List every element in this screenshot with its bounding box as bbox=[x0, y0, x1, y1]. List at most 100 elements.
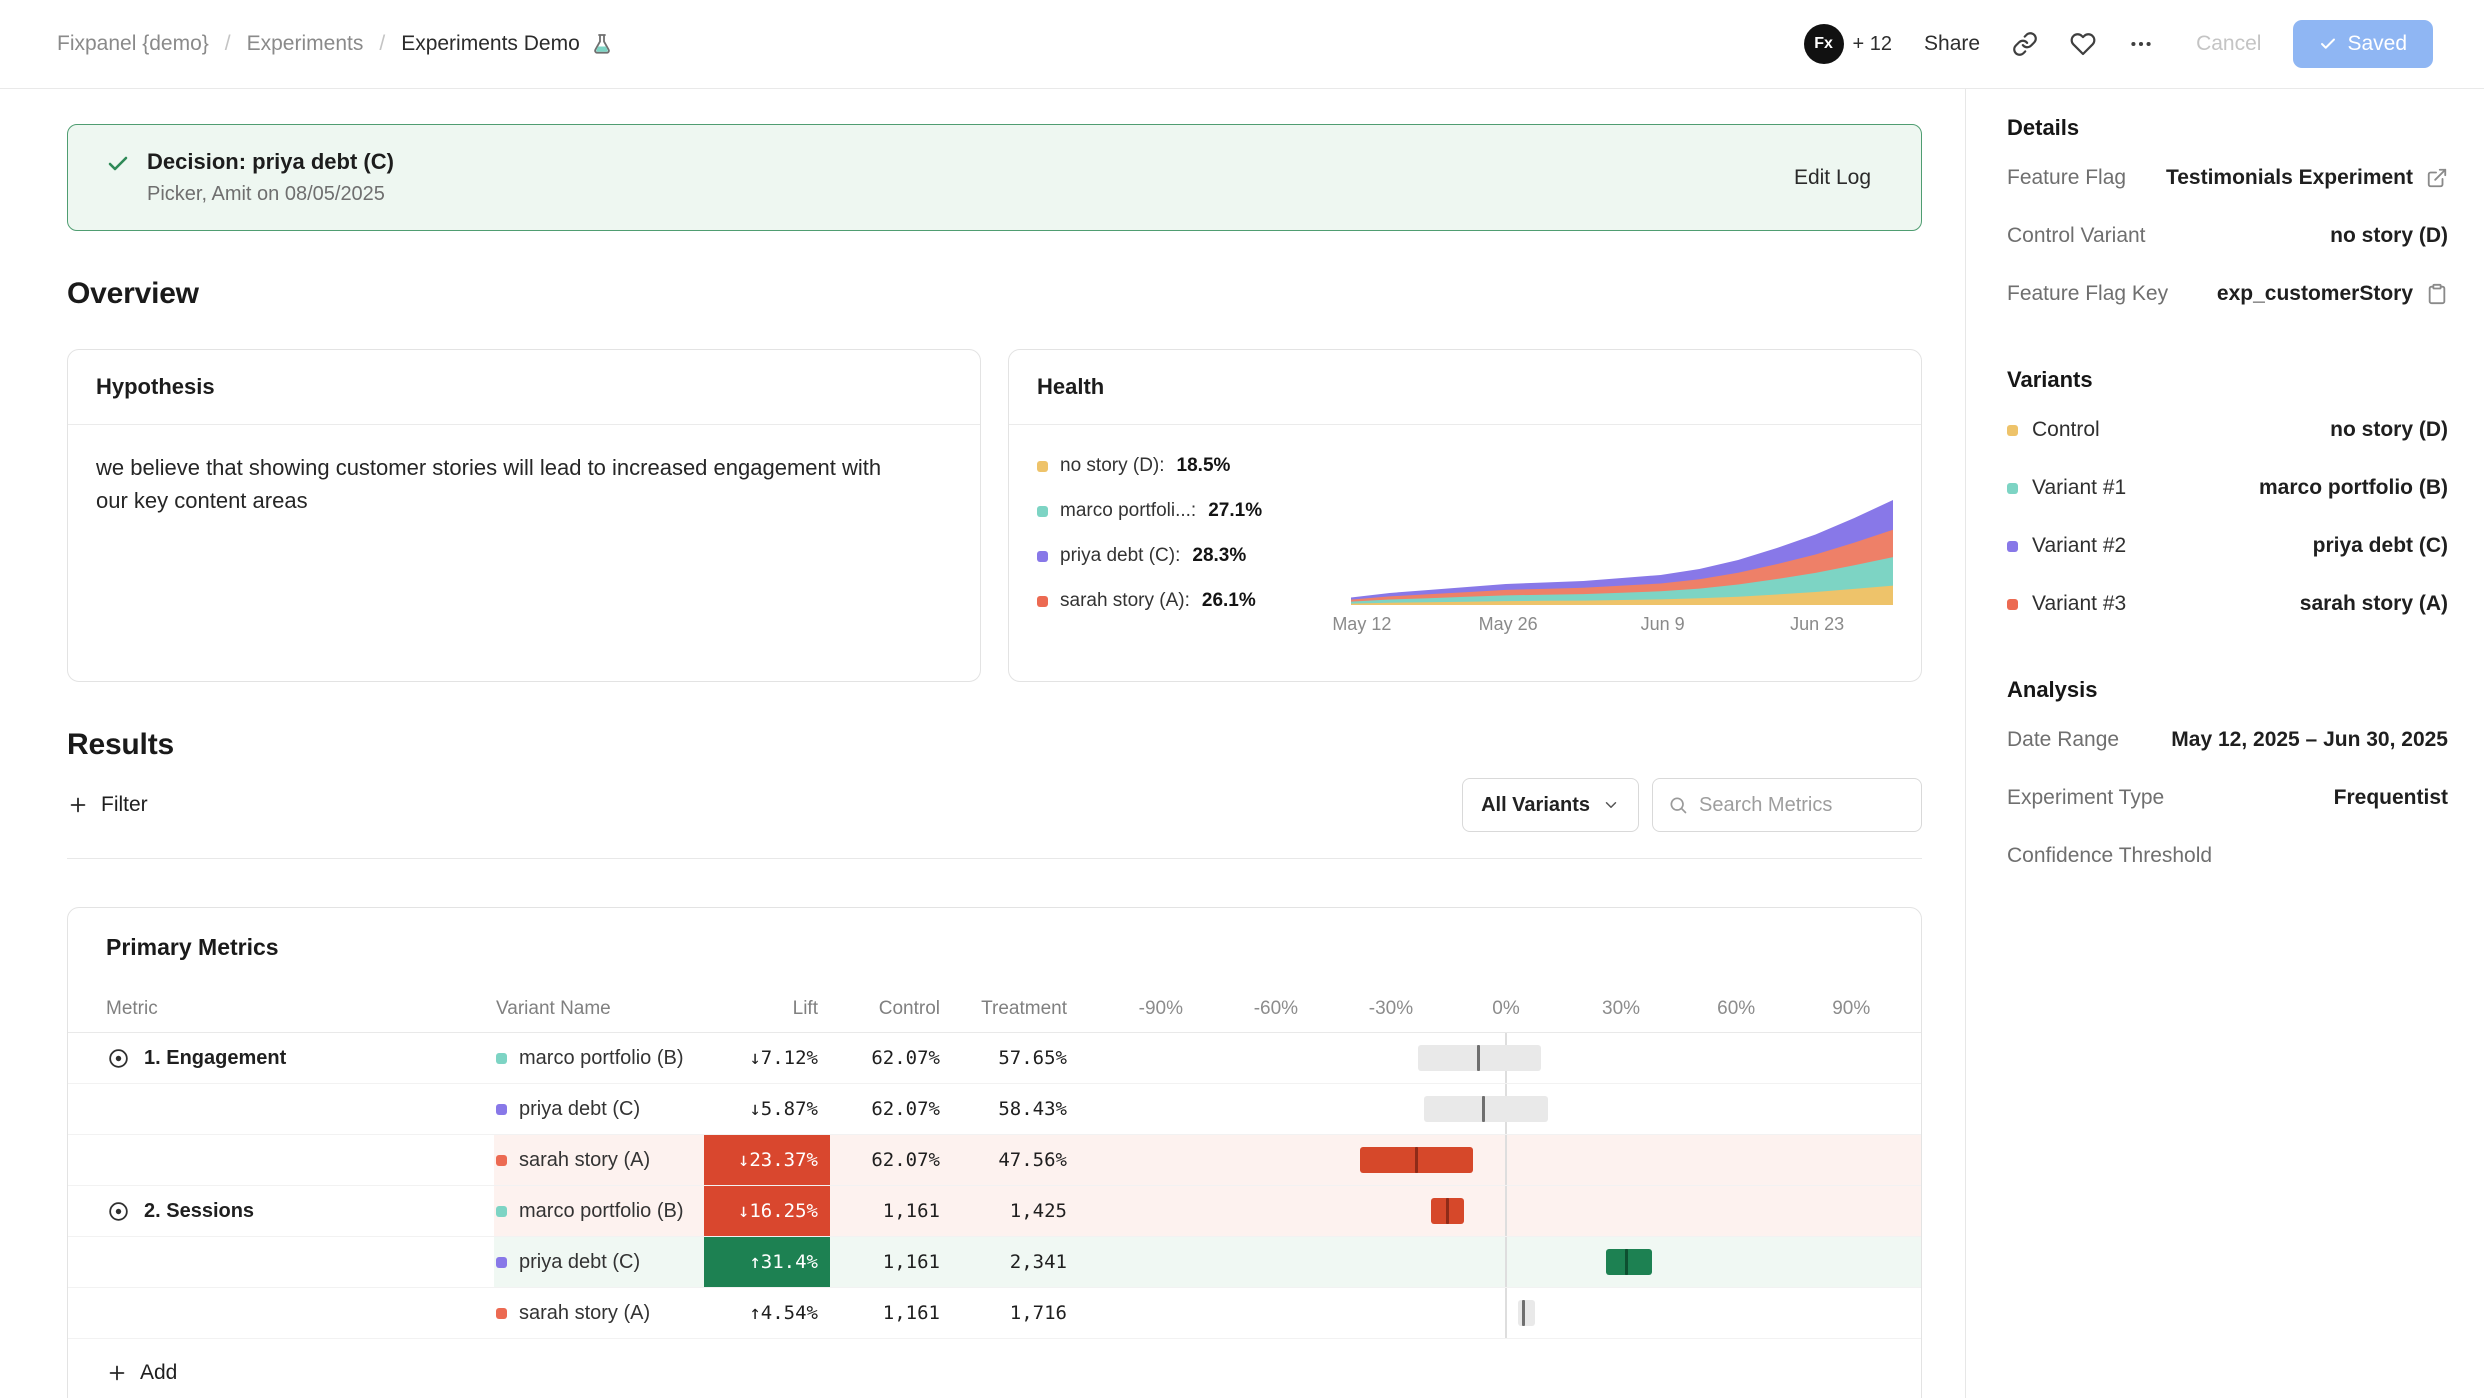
variant-row: Variant #2priya debt (C) bbox=[2007, 517, 2448, 575]
variant-row-value: marco portfolio (B) bbox=[2259, 476, 2448, 500]
check-icon bbox=[2319, 35, 2337, 53]
breadcrumb-separator: / bbox=[225, 32, 231, 56]
copy-link-icon[interactable] bbox=[2012, 31, 2038, 57]
analysis-heading: Analysis bbox=[2007, 677, 2448, 703]
x-axis-label: Jun 9 bbox=[1641, 614, 1685, 635]
metric-cell[interactable]: 2. Sessions bbox=[68, 1186, 494, 1236]
variant-row-name: Variant #1 bbox=[2032, 476, 2126, 500]
breadcrumb: Fixpanel {demo}/Experiments/Experiments … bbox=[57, 32, 614, 56]
lift-cell: ↓23.37% bbox=[704, 1135, 830, 1185]
ci-mean-tick bbox=[1522, 1300, 1525, 1326]
ci-bar bbox=[1606, 1249, 1652, 1275]
search-metrics-input[interactable] bbox=[1699, 794, 1906, 817]
favorite-icon[interactable] bbox=[2070, 31, 2096, 57]
legend-label: no story (D): bbox=[1060, 455, 1165, 477]
variant-color-dot bbox=[496, 1257, 507, 1268]
zero-line bbox=[1505, 1135, 1507, 1185]
variant-row-name: Control bbox=[2032, 418, 2100, 442]
results-heading: Results bbox=[67, 728, 1922, 762]
external-link-icon[interactable] bbox=[2426, 167, 2448, 189]
axis-tick-label: 30% bbox=[1602, 998, 1640, 1020]
metric-target-icon bbox=[106, 1199, 131, 1224]
variant-name: marco portfolio (B) bbox=[519, 1047, 684, 1070]
metric-cell bbox=[68, 1135, 494, 1185]
experiments-page: Fixpanel {demo}/Experiments/Experiments … bbox=[0, 0, 2484, 1398]
zero-line bbox=[1505, 1186, 1507, 1236]
detail-value-wrap: Testimonials Experiment bbox=[2166, 166, 2448, 190]
variant-rows: Controlno story (D)Variant #1marco portf… bbox=[2007, 401, 2448, 633]
hypothesis-text: we believe that showing customer stories… bbox=[68, 425, 980, 543]
ci-mean-tick bbox=[1482, 1096, 1485, 1122]
add-metric-button[interactable]: Add bbox=[106, 1361, 177, 1385]
results-divider bbox=[67, 858, 1922, 859]
variant-name: priya debt (C) bbox=[519, 1098, 640, 1121]
table-row: priya debt (C)↑31.4%1,1612,341 bbox=[68, 1237, 1921, 1288]
legend-color-dot bbox=[1037, 596, 1048, 607]
details-sidebar: Details Feature Flag Testimonials Experim… bbox=[1965, 89, 2484, 1398]
metric-cell[interactable]: 1. Engagement bbox=[68, 1033, 494, 1083]
x-axis-label: May 12 bbox=[1332, 614, 1391, 635]
details-rows: Feature Flag Testimonials Experiment Contr… bbox=[2007, 149, 2448, 323]
variant-cell: priya debt (C) bbox=[494, 1084, 704, 1134]
confidence-interval-cell bbox=[1077, 1084, 1921, 1134]
detail-value: May 12, 2025 – Jun 30, 2025 bbox=[2171, 728, 2448, 752]
clipboard-icon[interactable] bbox=[2426, 283, 2448, 305]
analysis-row: Experiment Type Frequentist bbox=[2007, 769, 2448, 827]
legend-value: 28.3% bbox=[1192, 545, 1246, 567]
x-axis-label: Jun 23 bbox=[1790, 614, 1844, 635]
analysis-row: Confidence Threshold bbox=[2007, 827, 2448, 885]
analysis-row: Date RangeMay 12, 2025 – Jun 30, 2025 bbox=[2007, 711, 2448, 769]
zero-line bbox=[1505, 1288, 1507, 1338]
primary-metrics-title: Primary Metrics bbox=[68, 908, 1921, 985]
main-content: Decision: priya debt (C) Picker, Amit on… bbox=[0, 89, 1965, 1398]
variant-color-dot bbox=[2007, 599, 2018, 610]
lift-cell: ↓16.25% bbox=[704, 1186, 830, 1236]
variant-color-dot bbox=[2007, 541, 2018, 552]
edit-log-button[interactable]: Edit Log bbox=[1794, 166, 1871, 190]
saved-button[interactable]: Saved bbox=[2293, 20, 2433, 68]
cancel-button[interactable]: Cancel bbox=[2196, 32, 2261, 56]
share-button[interactable]: Share bbox=[1924, 32, 1980, 56]
filter-button[interactable]: Filter bbox=[67, 793, 148, 817]
details-heading: Details bbox=[2007, 115, 2448, 141]
col-treatment: Treatment bbox=[950, 985, 1077, 1032]
breadcrumb-item[interactable]: Fixpanel {demo} bbox=[57, 32, 209, 56]
more-options-icon[interactable] bbox=[2128, 31, 2154, 57]
detail-row: Control Variantno story (D) bbox=[2007, 207, 2448, 265]
breadcrumb-separator: / bbox=[379, 32, 385, 56]
detail-label: Feature Flag bbox=[2007, 166, 2126, 190]
breadcrumb-item[interactable]: Experiments bbox=[247, 32, 364, 56]
topbar: Fixpanel {demo}/Experiments/Experiments … bbox=[0, 0, 2484, 89]
variant-color-dot bbox=[2007, 425, 2018, 436]
variant-cell: sarah story (A) bbox=[494, 1288, 704, 1338]
collaborator-count: + 12 bbox=[1853, 33, 1892, 56]
analysis-rows: Date RangeMay 12, 2025 – Jun 30, 2025Exp… bbox=[2007, 711, 2448, 885]
collaborators[interactable]: Fx + 12 bbox=[1804, 24, 1892, 64]
saved-button-label: Saved bbox=[2347, 32, 2407, 56]
confidence-interval-cell bbox=[1077, 1033, 1921, 1083]
results-toolbar-right: All Variants bbox=[1462, 778, 1922, 832]
confidence-interval-cell bbox=[1077, 1288, 1921, 1338]
variant-row-name: Variant #2 bbox=[2032, 534, 2126, 558]
axis-tick-label: -90% bbox=[1139, 998, 1183, 1020]
metric-cell bbox=[68, 1288, 494, 1338]
detail-value: Frequentist bbox=[2334, 786, 2448, 810]
treatment-value: 47.56% bbox=[950, 1135, 1077, 1185]
detail-label: Experiment Type bbox=[2007, 786, 2164, 810]
detail-label: Control Variant bbox=[2007, 224, 2146, 248]
control-value: 62.07% bbox=[830, 1084, 950, 1134]
variant-color-dot bbox=[2007, 483, 2018, 494]
detail-value: Testimonials Experiment bbox=[2166, 166, 2413, 190]
col-metric: Metric bbox=[68, 985, 494, 1032]
control-value: 1,161 bbox=[830, 1237, 950, 1287]
variants-filter-dropdown[interactable]: All Variants bbox=[1462, 778, 1639, 832]
avatar[interactable]: Fx bbox=[1804, 24, 1844, 64]
axis-tick-label: -30% bbox=[1369, 998, 1413, 1020]
variant-cell: marco portfolio (B) bbox=[494, 1186, 704, 1236]
plus-icon bbox=[67, 794, 89, 816]
variant-row-name: Variant #3 bbox=[2032, 592, 2126, 616]
legend-color-dot bbox=[1037, 461, 1048, 472]
control-value: 1,161 bbox=[830, 1288, 950, 1338]
decision-subtitle: Picker, Amit on 08/05/2025 bbox=[147, 183, 1794, 206]
table-row: 1. Engagementmarco portfolio (B)↓7.12%62… bbox=[68, 1033, 1921, 1084]
